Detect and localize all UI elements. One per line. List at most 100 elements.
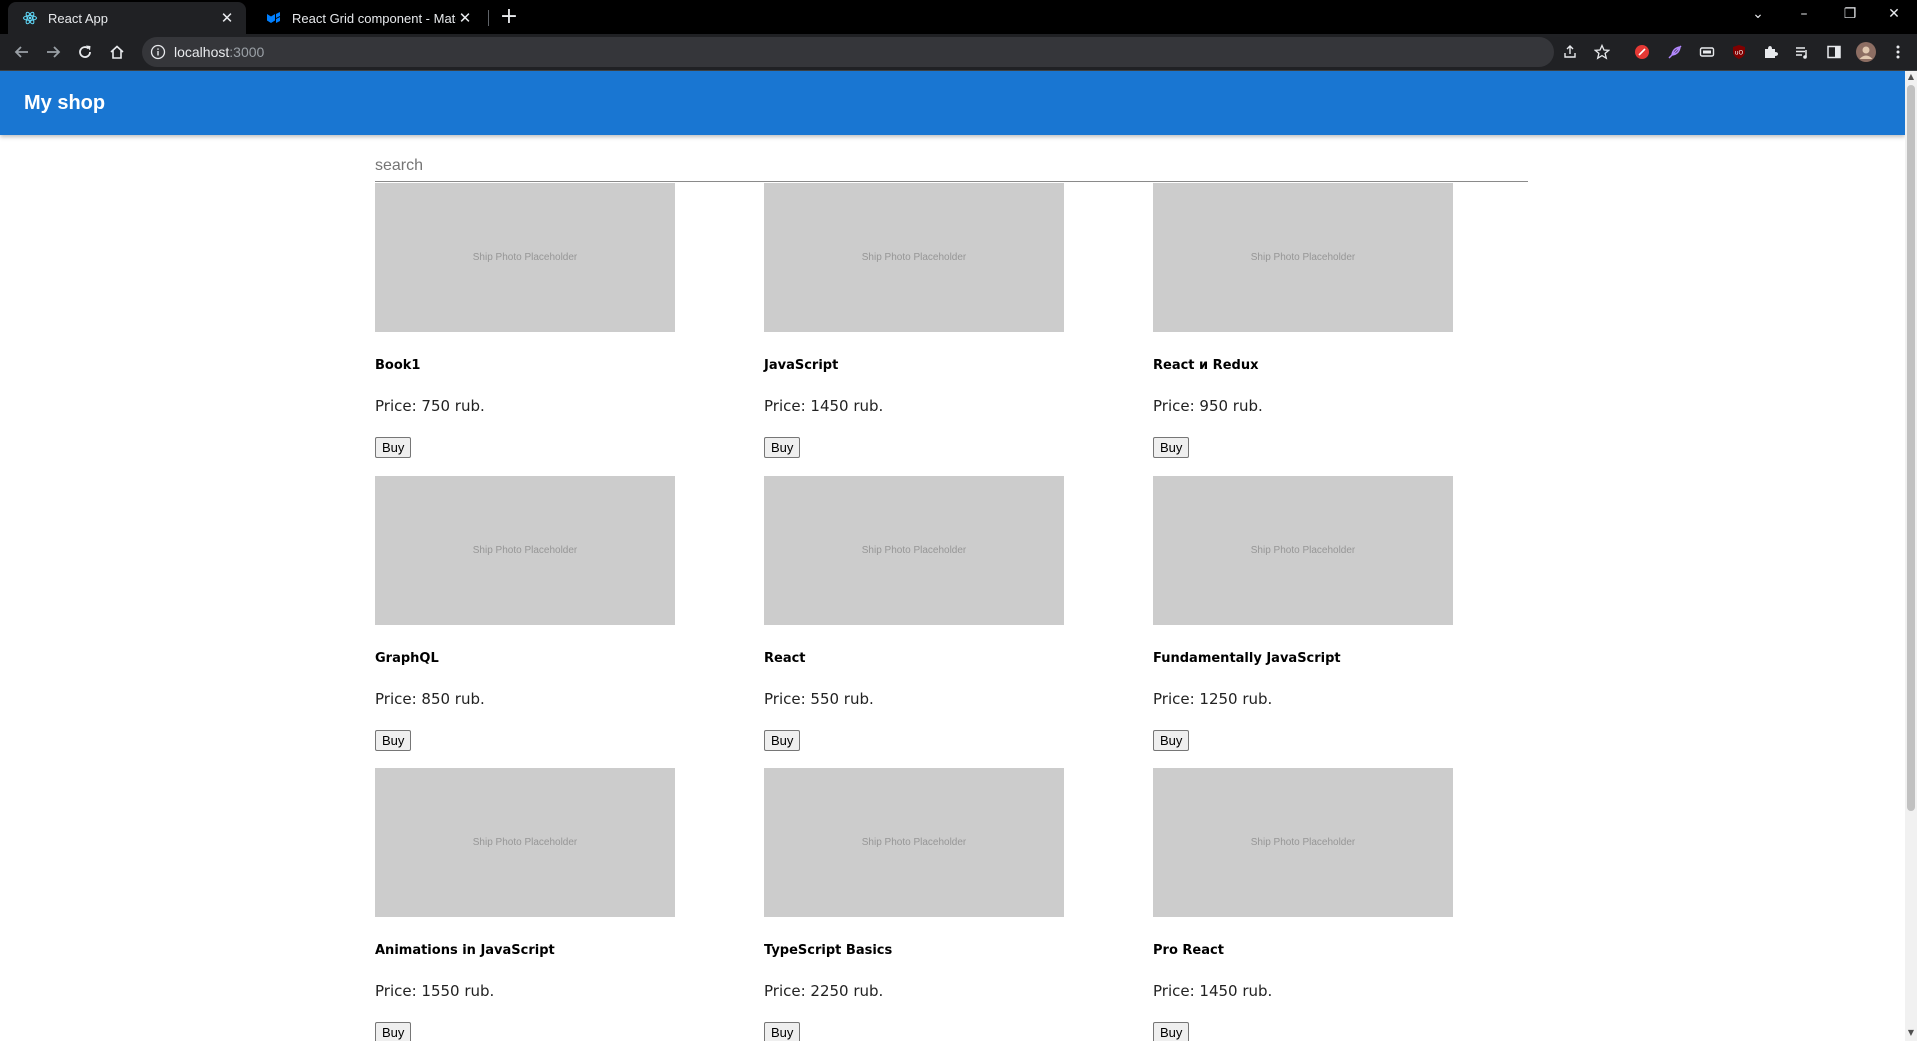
scrollbar[interactable]: ▲ ▼ bbox=[1905, 71, 1917, 1041]
app-bar: My shop bbox=[0, 71, 1905, 135]
forward-button[interactable] bbox=[39, 38, 67, 66]
product-price: Price: 850 rub. bbox=[375, 690, 485, 708]
product-title: JavaScript bbox=[764, 358, 839, 373]
tab-separator bbox=[488, 10, 489, 26]
ublock-icon[interactable]: uO bbox=[1729, 42, 1749, 62]
buy-button[interactable]: Buy bbox=[764, 437, 801, 458]
react-logo-icon bbox=[22, 10, 38, 26]
reload-icon bbox=[79, 45, 91, 58]
product-photo-placeholder: Ship Photo Placeholder bbox=[764, 183, 1064, 332]
tab-close-icon[interactable]: ✕ bbox=[218, 9, 236, 27]
product-title: React и Redux bbox=[1153, 358, 1259, 373]
reload-button[interactable] bbox=[71, 38, 99, 66]
buy-button[interactable]: Buy bbox=[1153, 1022, 1190, 1041]
tab-react-app[interactable]: React App ✕ bbox=[8, 2, 246, 34]
product-card: Ship Photo Placeholder Book1 Price: 750 ru… bbox=[375, 183, 675, 458]
extensions-puzzle-icon[interactable] bbox=[1760, 42, 1780, 62]
product-price: Price: 2250 rub. bbox=[764, 982, 884, 1000]
tab-title: React Grid component - Material bbox=[292, 10, 456, 26]
product-title: Book1 bbox=[375, 358, 421, 373]
tab-search-dropdown-icon[interactable]: ⌄ bbox=[1735, 0, 1781, 30]
extension-translate-icon[interactable] bbox=[1697, 42, 1717, 62]
browser-toolbar: localhost:3000 uO bbox=[0, 34, 1917, 71]
browser-menu-icon[interactable] bbox=[1888, 42, 1908, 62]
product-price: Price: 1450 rub. bbox=[764, 397, 884, 415]
product-price: Price: 750 rub. bbox=[375, 397, 485, 415]
product-photo-placeholder: Ship Photo Placeholder bbox=[1153, 476, 1453, 625]
product-price: Price: 1450 rub. bbox=[1153, 982, 1273, 1000]
mui-logo-icon bbox=[266, 10, 282, 26]
product-photo-placeholder: Ship Photo Placeholder bbox=[375, 476, 675, 625]
media-control-icon[interactable] bbox=[1792, 42, 1812, 62]
address-bar[interactable]: localhost:3000 bbox=[142, 37, 1576, 67]
product-photo-placeholder: Ship Photo Placeholder bbox=[764, 768, 1064, 917]
scrollbar-thumb[interactable] bbox=[1907, 85, 1915, 811]
product-title: GraphQL bbox=[375, 651, 439, 666]
browser-tab-bar: React App ✕ React Grid component - Mater… bbox=[0, 0, 1917, 34]
forward-arrow-icon bbox=[47, 46, 61, 58]
site-info-icon bbox=[150, 44, 166, 60]
product-photo-placeholder: Ship Photo Placeholder bbox=[375, 768, 675, 917]
product-price: Price: 950 rub. bbox=[1153, 397, 1263, 415]
tab-title: React App bbox=[48, 10, 108, 26]
product-card: Ship Photo Placeholder GraphQL Price: 850 … bbox=[375, 476, 675, 751]
product-title: Fundamentally JavaScript bbox=[1153, 651, 1341, 666]
restore-button[interactable]: ❐ bbox=[1827, 0, 1873, 30]
extension-feather-icon[interactable] bbox=[1665, 42, 1685, 62]
product-photo-placeholder: Ship Photo Placeholder bbox=[1153, 183, 1453, 332]
placeholder-text: Ship Photo Placeholder bbox=[472, 252, 578, 263]
product-title: TypeScript Basics bbox=[764, 943, 893, 958]
product-photo-placeholder: Ship Photo Placeholder bbox=[764, 476, 1064, 625]
svg-text:uO: uO bbox=[1735, 50, 1744, 57]
product-photo-placeholder: Ship Photo Placeholder bbox=[1153, 768, 1453, 917]
placeholder-text: Ship Photo Placeholder bbox=[861, 837, 967, 848]
minimize-button[interactable]: – bbox=[1781, 0, 1827, 30]
url-text: localhost:3000 bbox=[174, 44, 265, 60]
buy-button[interactable]: Buy bbox=[375, 1022, 412, 1041]
back-arrow-icon bbox=[14, 46, 28, 58]
share-icon bbox=[1564, 45, 1576, 58]
buy-button[interactable]: Buy bbox=[375, 437, 412, 458]
product-title: Animations in JavaScript bbox=[375, 943, 555, 958]
buy-button[interactable]: Buy bbox=[1153, 437, 1190, 458]
new-tab-button[interactable]: + bbox=[496, 4, 522, 30]
placeholder-text: Ship Photo Placeholder bbox=[861, 545, 967, 556]
home-button[interactable] bbox=[103, 38, 131, 66]
product-title: Pro React bbox=[1153, 943, 1224, 958]
product-price: Price: 550 rub. bbox=[764, 690, 874, 708]
extension-red-icon[interactable] bbox=[1632, 42, 1652, 62]
product-card: Ship Photo Placeholder JavaScript Price: 1… bbox=[764, 183, 1064, 458]
placeholder-text: Ship Photo Placeholder bbox=[1250, 837, 1356, 848]
placeholder-text: Ship Photo Placeholder bbox=[472, 545, 578, 556]
scroll-down-arrow-icon[interactable]: ▼ bbox=[1907, 1029, 1915, 1037]
scroll-up-arrow-icon[interactable]: ▲ bbox=[1907, 73, 1915, 81]
product-title: React bbox=[764, 651, 806, 666]
product-card: Ship Photo Placeholder TypeScript Basics P… bbox=[764, 768, 1064, 1041]
tab-close-icon[interactable]: ✕ bbox=[456, 9, 474, 27]
buy-button[interactable]: Buy bbox=[764, 1022, 801, 1041]
product-card: Ship Photo Placeholder Pro React Price: 14… bbox=[1153, 768, 1453, 1041]
placeholder-text: Ship Photo Placeholder bbox=[1250, 252, 1356, 263]
buy-button[interactable]: Buy bbox=[764, 730, 801, 751]
buy-button[interactable]: Buy bbox=[375, 730, 412, 751]
app-brand[interactable]: My shop bbox=[24, 71, 105, 135]
product-card: Ship Photo Placeholder React Price: 550 ru… bbox=[764, 476, 1064, 751]
product-price: Price: 1550 rub. bbox=[375, 982, 495, 1000]
tab-react-grid[interactable]: React Grid component - Material ✕ bbox=[252, 2, 484, 34]
search-input[interactable] bbox=[375, 151, 1528, 182]
placeholder-text: Ship Photo Placeholder bbox=[472, 837, 578, 848]
profile-avatar-icon[interactable] bbox=[1856, 42, 1876, 62]
buy-button[interactable]: Buy bbox=[1153, 730, 1190, 751]
page-viewport: My shop Ship Photo Placeholder Book1 Price… bbox=[0, 71, 1905, 1041]
placeholder-text: Ship Photo Placeholder bbox=[1250, 545, 1356, 556]
product-card: Ship Photo Placeholder Animations in Java… bbox=[375, 768, 675, 1041]
back-button[interactable] bbox=[8, 38, 36, 66]
product-card: Ship Photo Placeholder Fundamentally Java… bbox=[1153, 476, 1453, 751]
product-photo-placeholder: Ship Photo Placeholder bbox=[375, 183, 675, 332]
close-window-button[interactable]: ✕ bbox=[1871, 0, 1917, 30]
product-price: Price: 1250 rub. bbox=[1153, 690, 1273, 708]
bookmark-star-icon[interactable] bbox=[1592, 42, 1612, 62]
side-panel-icon[interactable] bbox=[1824, 42, 1844, 62]
home-icon bbox=[110, 45, 124, 59]
placeholder-text: Ship Photo Placeholder bbox=[861, 252, 967, 263]
